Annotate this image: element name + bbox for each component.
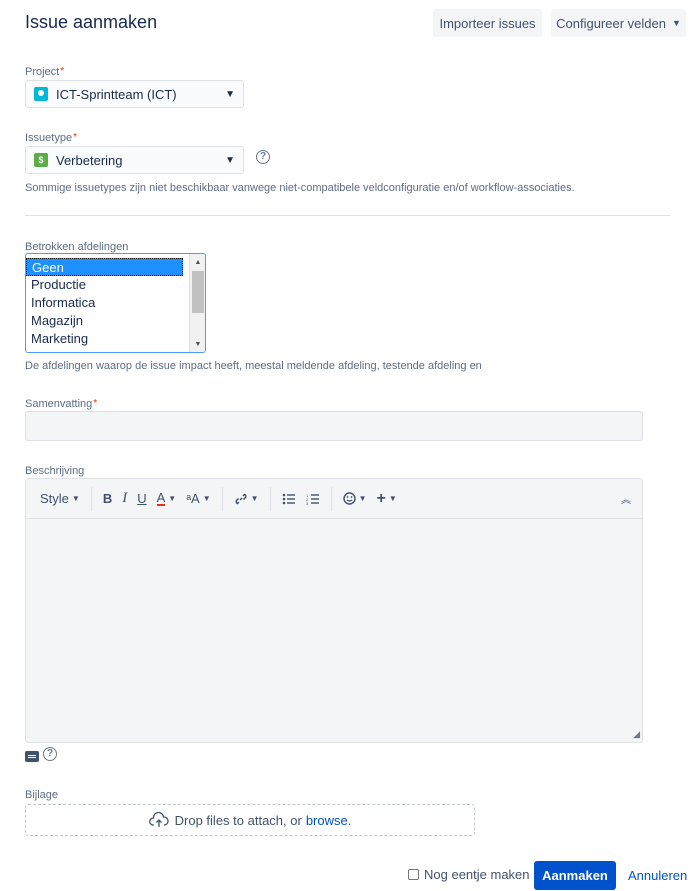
editor-toolbar: Style ▼ B I U A ▼ ᵃA ▼ ▼ 123 ▼ + ▼ ︽ — [26, 479, 642, 519]
issuetype-select[interactable]: $ Verbetering ▼ — [25, 146, 244, 174]
style-dropdown[interactable]: Style ▼ — [35, 487, 85, 511]
toolbar-separator — [221, 486, 223, 511]
browse-link[interactable]: browse. — [306, 813, 352, 828]
issuetype-select-value: Verbetering — [56, 152, 123, 168]
section-divider — [25, 215, 670, 216]
insert-more-button[interactable]: + ▼ — [371, 487, 401, 511]
bold-button[interactable]: B — [98, 487, 117, 511]
toolbar-separator — [269, 486, 271, 511]
create-button[interactable]: Aanmaken — [534, 861, 616, 890]
summary-input[interactable] — [25, 411, 643, 441]
issuetype-help-text: Sommige issuetypes zijn niet beschikbaar… — [25, 182, 575, 194]
page-title: Issue aanmaken — [25, 12, 158, 32]
project-select[interactable]: ICT-Sprintteam (ICT) ▼ — [25, 80, 244, 108]
style-dropdown-label: Style — [40, 491, 69, 506]
required-marker: * — [73, 132, 77, 143]
improvement-icon: $ — [34, 153, 48, 167]
emoji-icon — [342, 492, 356, 505]
scroll-down-icon[interactable]: ▼ — [190, 336, 205, 352]
required-marker: * — [60, 66, 65, 77]
chevron-down-icon: ▼ — [168, 494, 177, 503]
chevron-down-icon: ▼ — [358, 494, 367, 503]
list-item[interactable]: Marketing — [26, 330, 183, 348]
project-select-value: ICT-Sprintteam (ICT) — [56, 86, 177, 102]
description-label: Beschrijving — [25, 465, 85, 477]
plus-icon: + — [376, 489, 386, 507]
project-label-text: Project — [25, 66, 60, 78]
help-icon[interactable]: ? — [256, 150, 270, 164]
bullet-list-button[interactable] — [277, 487, 301, 511]
required-marker: * — [93, 398, 98, 409]
text-size-icon: ᵃA — [186, 491, 200, 506]
emoji-button[interactable]: ▼ — [338, 487, 372, 511]
editor-mode-icon[interactable] — [25, 751, 39, 762]
scrollbar-thumb[interactable] — [192, 271, 204, 313]
summary-label-text: Samenvatting — [25, 398, 93, 410]
cancel-link[interactable]: Annuleren — [628, 868, 687, 883]
italic-button[interactable]: I — [117, 487, 132, 511]
import-issues-button[interactable]: Importeer issues — [433, 9, 542, 37]
collapse-toolbar-button[interactable]: ︽ — [616, 487, 636, 511]
create-another-checkbox[interactable] — [408, 869, 419, 880]
chevron-down-icon: ▼ — [388, 494, 397, 503]
resize-handle-icon[interactable]: ◢ — [633, 729, 640, 740]
departments-listbox[interactable]: Geen Productie Informatica Magazijn Mark… — [25, 253, 206, 353]
issuetype-label: Issuetype* — [25, 132, 77, 144]
text-color-button[interactable]: A ▼ — [152, 487, 182, 511]
chevron-down-icon: ▼ — [671, 18, 681, 28]
list-item[interactable]: Informatica — [26, 294, 183, 312]
chevron-down-icon: ▼ — [71, 494, 80, 503]
text-color-icon: A — [156, 490, 166, 506]
configure-fields-button[interactable]: Configureer velden ▼ — [551, 9, 686, 37]
toolbar-separator — [330, 486, 332, 511]
numbered-list-icon: 123 — [306, 493, 319, 505]
double-chevron-up-icon: ︽ — [621, 495, 631, 506]
chevron-down-icon: ▼ — [250, 494, 259, 503]
list-item[interactable]: Magazijn — [26, 312, 183, 330]
svg-text:3: 3 — [306, 501, 309, 505]
list-item[interactable]: Geen — [26, 258, 183, 276]
project-label: Project* — [25, 66, 64, 78]
link-icon — [235, 493, 247, 504]
scroll-up-icon[interactable]: ▲ — [190, 254, 205, 270]
link-button[interactable]: ▼ — [229, 487, 264, 511]
drop-files-text: Drop files to attach, or — [174, 812, 302, 828]
configure-fields-label: Configureer velden — [556, 15, 666, 31]
departments-label: Betrokken afdelingen — [25, 241, 129, 253]
attachment-label: Bijlage — [25, 789, 59, 801]
chevron-down-icon: ▼ — [202, 494, 211, 503]
chevron-down-icon: ▼ — [225, 88, 235, 100]
text-size-button[interactable]: ᵃA ▼ — [181, 487, 215, 511]
underline-button[interactable]: U — [132, 487, 151, 511]
create-another-label: Nog eentje maken — [424, 867, 530, 882]
toolbar-separator — [90, 486, 92, 511]
bullet-list-icon — [282, 493, 295, 504]
help-icon[interactable]: ? — [43, 747, 57, 761]
upload-cloud-icon — [148, 812, 169, 827]
numbered-list-button[interactable]: 123 — [301, 487, 325, 511]
attachment-dropzone[interactable]: Drop files to attach, or browse. — [25, 804, 475, 836]
issuetype-label-text: Issuetype — [25, 132, 73, 144]
description-editor[interactable]: Style ▼ B I U A ▼ ᵃA ▼ ▼ 123 ▼ + ▼ ︽ ◢ — [25, 478, 643, 743]
project-avatar-icon — [34, 87, 48, 101]
chevron-down-icon: ▼ — [225, 154, 235, 166]
list-item[interactable]: Productie — [26, 276, 183, 294]
create-another-option[interactable]: Nog eentje maken — [408, 867, 530, 882]
summary-label: Samenvatting* — [25, 398, 97, 410]
departments-description: De afdelingen waarop de issue impact hee… — [25, 360, 482, 372]
scrollbar[interactable]: ▲ ▼ — [189, 254, 205, 352]
